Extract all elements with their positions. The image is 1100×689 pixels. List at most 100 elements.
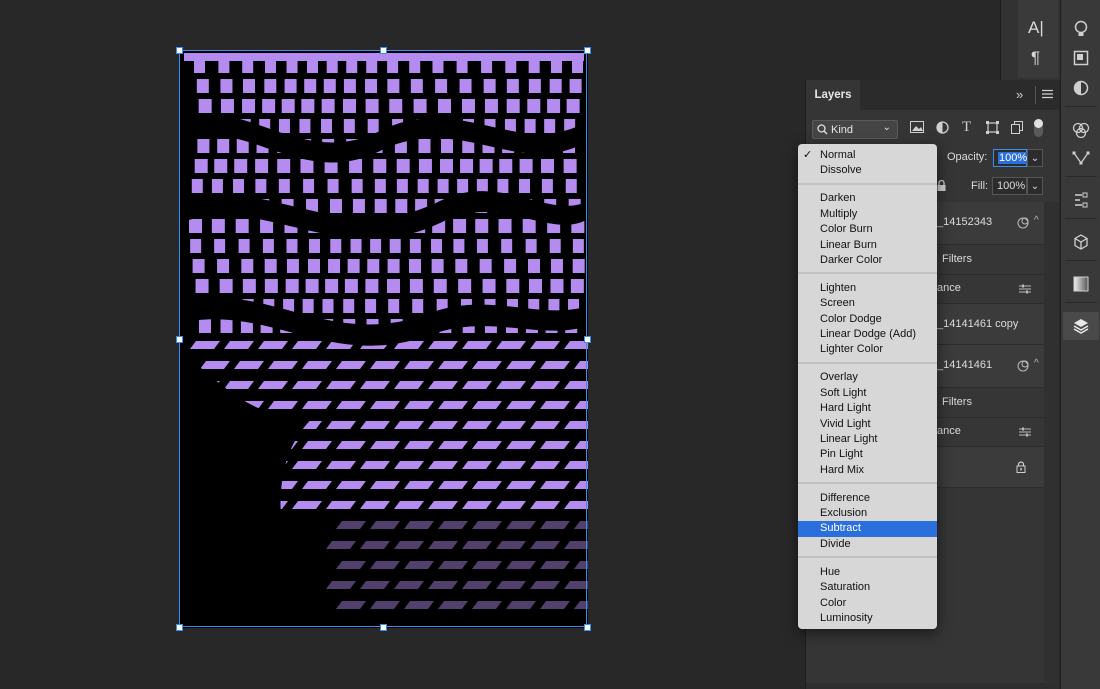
lock-all-icon[interactable] [937, 179, 946, 194]
chevron-up-icon[interactable]: ^ [1034, 358, 1039, 369]
opacity-value: 100% [998, 152, 1029, 164]
transform-handle-top-center[interactable] [380, 47, 387, 54]
filter-kind-label: Kind [831, 123, 854, 136]
filter-kind-select[interactable]: Kind ⌄ [812, 120, 898, 139]
collapse-chevron-icon[interactable]: » [1016, 87, 1023, 102]
blend-mode-item[interactable]: Screen [798, 296, 937, 311]
layer-name: ance [937, 425, 961, 437]
dock-divider [1065, 106, 1097, 107]
blend-mode-item[interactable]: Subtract [798, 521, 937, 537]
checkmark-icon: ✓ [803, 149, 813, 161]
menu-separator [798, 182, 937, 185]
menu-separator [798, 272, 937, 275]
layers-scrollbar[interactable] [1044, 202, 1059, 689]
transform-handle-middle-left[interactable] [176, 336, 183, 343]
blend-mode-item[interactable]: Hard Mix [798, 463, 937, 478]
gradients-icon[interactable] [1069, 272, 1093, 296]
opacity-slider-button[interactable]: ⌄ [1027, 149, 1043, 167]
transform-bounding-box[interactable] [179, 50, 587, 627]
blend-mode-item[interactable]: Dissolve [798, 163, 937, 178]
chevron-down-icon: ⌄ [1030, 152, 1040, 164]
layer-name: _14141461 [937, 359, 993, 371]
blend-mode-item[interactable]: Darken [798, 191, 937, 206]
fill-input[interactable]: 100% [992, 177, 1027, 195]
fill-slider-button[interactable]: ⌄ [1027, 177, 1043, 195]
learn-lightbulb-icon[interactable] [1069, 17, 1093, 41]
blend-mode-item[interactable]: Exclusion [798, 506, 937, 521]
transform-handle-bottom-right[interactable] [584, 624, 591, 631]
filter-toggle-switch[interactable] [1034, 119, 1043, 137]
filter-smart-object-icon[interactable] [1011, 121, 1023, 134]
properties-icon[interactable] [1069, 188, 1093, 212]
blend-mode-item[interactable]: Difference [798, 491, 937, 506]
blend-mode-item[interactable]: Multiply [798, 207, 937, 222]
chevron-up-icon[interactable]: ^ [1034, 215, 1039, 226]
paths-icon[interactable] [1069, 146, 1093, 170]
dock-divider [1065, 260, 1097, 261]
blend-mode-item[interactable]: Vivid Light [798, 417, 937, 432]
character-panel-icon[interactable]: A| [1028, 18, 1044, 38]
blend-mode-menu[interactable]: Normal ✓ Dissolve Darken Multiply Color Burn L… [798, 144, 937, 629]
dock-divider [1065, 218, 1097, 219]
tab-layers[interactable]: Layers [806, 80, 860, 110]
blend-mode-item[interactable]: Overlay [798, 370, 937, 385]
dock-divider [1065, 176, 1097, 177]
layers-tab-bar: Layers » [806, 80, 1059, 110]
opacity-label: Opacity: [947, 151, 988, 163]
layers-footer [806, 683, 1059, 689]
panel-menu-icon[interactable] [1042, 89, 1053, 102]
libraries-icon[interactable] [1069, 46, 1093, 70]
filter-type-layer-icon[interactable]: T [962, 119, 971, 136]
3d-cube-icon[interactable] [1069, 230, 1093, 254]
smart-object-icon [1017, 360, 1029, 375]
transform-handle-bottom-left[interactable] [176, 624, 183, 631]
blend-mode-item[interactable]: Soft Light [798, 386, 937, 401]
smart-object-icon [1017, 217, 1029, 232]
menu-separator [798, 482, 937, 485]
transform-handle-bottom-center[interactable] [380, 624, 387, 631]
adjustments-icon[interactable] [1069, 76, 1093, 100]
transform-handle-top-right[interactable] [584, 47, 591, 54]
blend-mode-item[interactable]: Lighten [798, 281, 937, 296]
filter-options-icon[interactable] [1019, 284, 1031, 297]
blend-mode-item[interactable]: Normal ✓ [798, 148, 937, 163]
blend-mode-item[interactable]: Color [798, 596, 937, 611]
transform-handle-top-left[interactable] [176, 47, 183, 54]
search-icon [817, 124, 828, 135]
lock-icon [1016, 461, 1026, 476]
filter-adjustment-layer-icon[interactable] [936, 121, 949, 134]
character-paragraph-dock: A| ¶ [1018, 0, 1058, 78]
tab-divider [1035, 86, 1036, 104]
blend-mode-item[interactable]: Hard Light [798, 401, 937, 416]
right-icon-dock [1060, 0, 1100, 689]
layer-name: ance [937, 282, 961, 294]
blend-mode-item[interactable]: Hue [798, 565, 937, 580]
toggle-knob [1034, 119, 1043, 128]
blend-mode-item[interactable]: Luminosity [798, 611, 937, 626]
layer-name: Filters [942, 253, 972, 265]
blend-mode-item[interactable]: Color Dodge [798, 312, 937, 327]
blend-mode-item[interactable]: Darker Color [798, 253, 937, 268]
fill-value: 100% [997, 180, 1026, 192]
filter-shape-layer-icon[interactable] [986, 121, 999, 134]
blend-mode-item[interactable]: Linear Dodge (Add) [798, 327, 937, 342]
menu-separator [798, 556, 937, 559]
filter-options-icon[interactable] [1019, 427, 1031, 440]
blend-mode-item[interactable]: Pin Light [798, 447, 937, 462]
chevron-down-icon: ⌄ [882, 122, 891, 133]
blend-mode-item[interactable]: Saturation [798, 580, 937, 595]
blend-mode-item[interactable]: Linear Burn [798, 238, 937, 253]
blend-mode-item[interactable]: Divide [798, 537, 937, 552]
fill-label: Fill: [971, 180, 989, 192]
opacity-input[interactable]: 100% [993, 149, 1029, 167]
blend-mode-item[interactable]: Lighter Color [798, 342, 937, 357]
layers-panel-toggle[interactable] [1063, 312, 1099, 340]
filter-pixel-layer-icon[interactable] [910, 121, 924, 133]
paragraph-panel-icon[interactable]: ¶ [1031, 48, 1040, 68]
layer-name: _14141461 copy [937, 318, 1019, 330]
channels-icon[interactable] [1069, 118, 1093, 142]
blend-mode-item[interactable]: Color Burn [798, 222, 937, 237]
transform-handle-middle-right[interactable] [584, 336, 591, 343]
chevron-down-icon: ⌄ [1030, 180, 1040, 192]
blend-mode-item[interactable]: Linear Light [798, 432, 937, 447]
